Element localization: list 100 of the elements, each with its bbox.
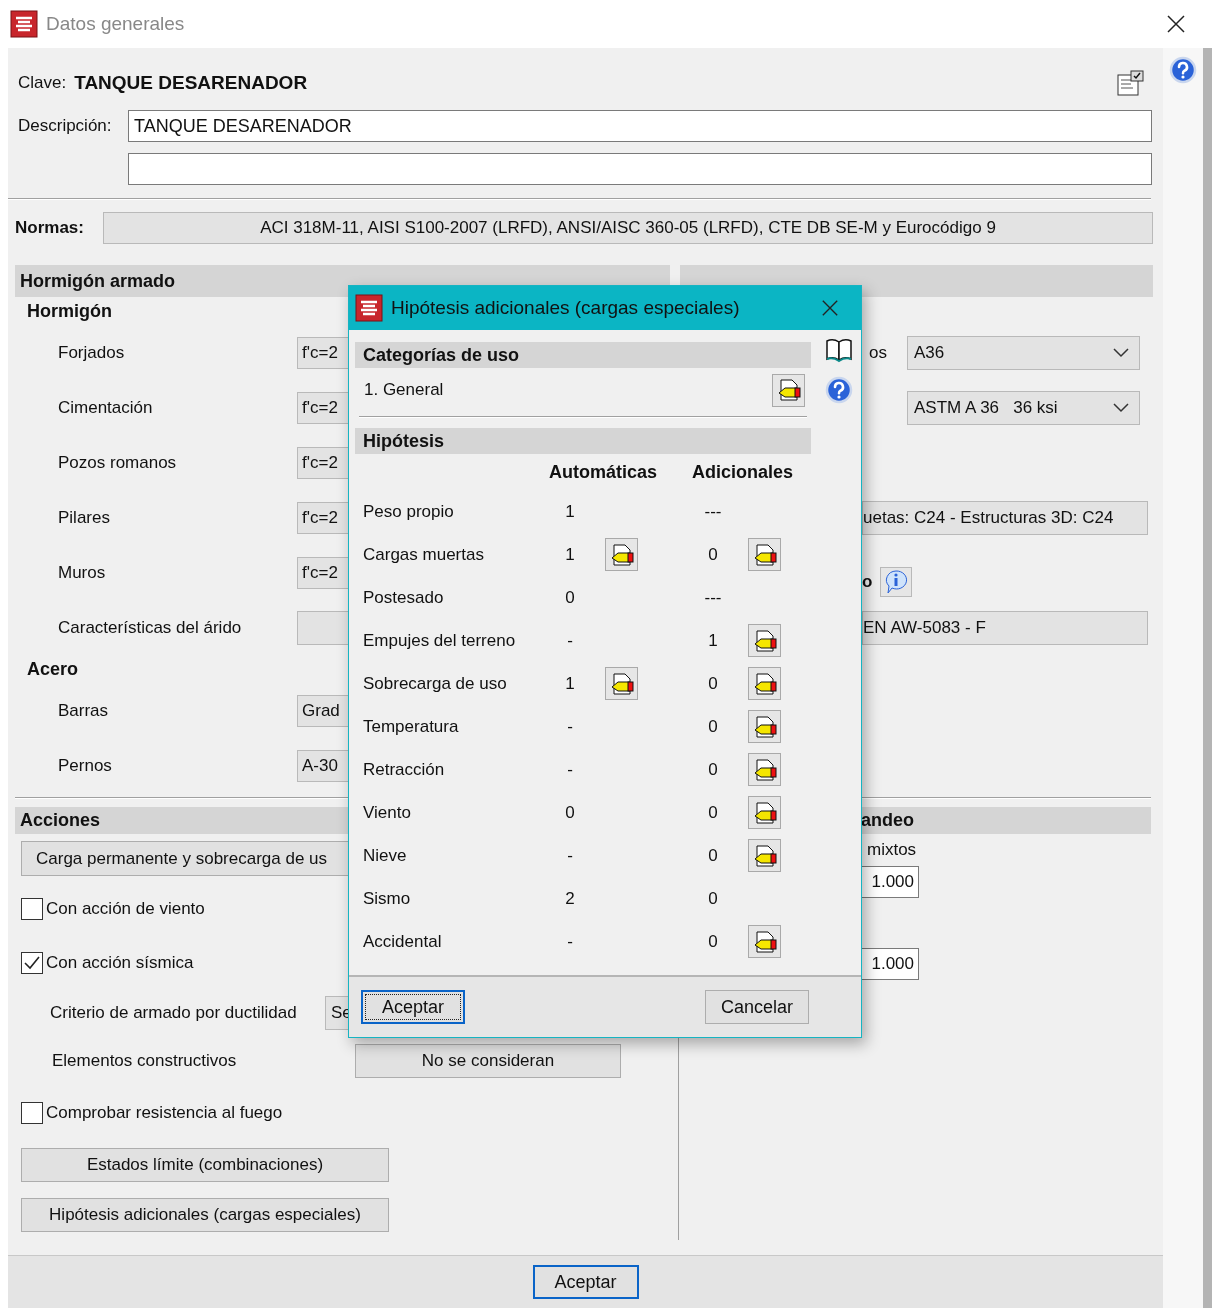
checkbox-label: Comprobar resistencia al fuego	[46, 1103, 283, 1123]
hypothesis-name: Cargas muertas	[363, 544, 484, 565]
material-field[interactable]: f'c=2	[297, 446, 351, 479]
elements-button[interactable]: No se consideran	[355, 1044, 621, 1078]
profile-field[interactable]: uetas: C24 - Estructuras 3D: C24	[862, 500, 1148, 535]
number-field[interactable]: 1.000	[861, 866, 919, 898]
auto-count: -	[567, 630, 573, 651]
auto-count: 1	[565, 673, 575, 694]
material-label: Pozos romanos	[57, 452, 178, 473]
help-icon	[825, 376, 853, 404]
edit-button[interactable]	[748, 796, 781, 829]
description-field[interactable]	[128, 153, 1152, 185]
hypothesis-name: Temperatura	[363, 716, 459, 737]
app-icon	[355, 294, 383, 322]
material-label: Pilares	[57, 507, 111, 528]
close-icon	[821, 299, 839, 317]
checkbox[interactable]	[21, 952, 43, 974]
additional-count: ---	[704, 501, 722, 522]
info-icon	[880, 566, 912, 597]
material-field[interactable]: f'c=2	[297, 391, 351, 424]
material-label: Barras	[57, 700, 110, 721]
auto-count: -	[567, 759, 573, 780]
group-header: Hormigón	[27, 299, 112, 323]
check-icon	[23, 955, 41, 971]
field-label: os	[869, 342, 887, 362]
book-icon	[824, 336, 854, 364]
section-label: o	[861, 571, 874, 592]
field-label: Elementos constructivos	[51, 1051, 238, 1071]
description-field[interactable]: TANQUE DESARENADOR	[128, 110, 1152, 142]
dialog-title: Hipótesis adicionales (cargas especiales)	[391, 297, 740, 319]
normas-field[interactable]: ACI 318M-11, AISI S100-2007 (LRFD), ANSI/AISC 360-05 (LRFD), CTE DB SE-M y Eurocódigo 9	[103, 212, 1153, 244]
field-label: Criterio de armado por ductilidad	[49, 1003, 298, 1023]
hypothesis-name: Retracción	[363, 759, 445, 780]
checkbox-label: Con acción de viento	[46, 899, 205, 919]
close-icon	[1166, 14, 1186, 34]
checkbox[interactable]	[21, 898, 43, 920]
hypothesis-name: Empujes del terreno	[363, 630, 516, 651]
action-button[interactable]: Hipótesis adicionales (cargas especiales)	[21, 1198, 389, 1232]
action-button[interactable]: Estados límite (combinaciones)	[21, 1148, 389, 1182]
group-header: Acero	[27, 657, 79, 681]
description-label: Descripción:	[18, 116, 113, 136]
clave-value: TANQUE DESARENADOR	[74, 72, 308, 94]
section-header: Hipótesis	[355, 428, 811, 454]
edit-button[interactable]	[748, 538, 781, 571]
edit-button[interactable]	[605, 667, 638, 700]
material-label: Características del árido	[57, 617, 243, 638]
material-field[interactable]	[297, 610, 351, 645]
additional-count: 0	[708, 544, 718, 565]
material-field[interactable]: f'c=2	[297, 556, 351, 589]
additional-count: ---	[704, 587, 722, 608]
dialog-button[interactable]: Aceptar	[361, 990, 465, 1024]
window-title: Datos generales	[46, 13, 185, 35]
edit-button[interactable]	[772, 373, 805, 407]
edit-button[interactable]	[605, 538, 638, 571]
edit-button[interactable]	[748, 710, 781, 743]
material-label: Forjados	[57, 342, 126, 363]
chevron-down-icon	[1113, 402, 1129, 413]
properties-icon	[1115, 69, 1145, 97]
checkbox[interactable]	[21, 1102, 43, 1124]
edit-button[interactable]	[748, 925, 781, 958]
hypothesis-name: Sobrecarga de uso	[363, 673, 507, 694]
auto-count: -	[567, 716, 573, 737]
app-icon	[10, 10, 38, 38]
hypothesis-name: Nieve	[363, 845, 407, 866]
material-select[interactable]: ASTM A 36 36 ksi	[907, 390, 1140, 425]
material-label: Muros	[57, 562, 107, 583]
properties-button[interactable]	[1115, 69, 1145, 97]
additional-count: 0	[708, 759, 718, 780]
auto-count: -	[567, 931, 573, 952]
normas-label: Normas:	[15, 218, 85, 238]
material-label: Cimentación	[57, 397, 154, 418]
additional-count: 1	[708, 630, 718, 651]
edit-button[interactable]	[748, 753, 781, 786]
clave-label: Clave:	[18, 73, 67, 93]
additional-count: 0	[708, 716, 718, 737]
material-field[interactable]: Grad	[297, 694, 351, 727]
note-text: mixtos	[867, 839, 917, 861]
auto-count: -	[567, 845, 573, 866]
profile-field[interactable]: EN AW-5083 - F	[862, 610, 1148, 645]
category-item: 1. General	[364, 380, 444, 400]
material-field[interactable]: f'c=2	[297, 501, 351, 534]
checkbox-label: Con acción sísmica	[46, 953, 194, 973]
edit-button[interactable]	[748, 624, 781, 657]
edit-button[interactable]	[748, 839, 781, 872]
hypothesis-name: Postesado	[363, 587, 444, 608]
dialog-button[interactable]: Cancelar	[705, 990, 809, 1024]
auto-count: 0	[565, 587, 575, 608]
edit-button[interactable]	[748, 667, 781, 700]
column-header: Automáticas	[549, 461, 658, 483]
auto-count: 2	[565, 888, 575, 909]
material-field[interactable]: A-30	[297, 749, 351, 782]
number-field[interactable]: 1.000	[861, 948, 919, 980]
material-select[interactable]: A36	[907, 335, 1140, 370]
column-header: Adicionales	[692, 461, 794, 483]
additional-count: 0	[708, 888, 718, 909]
material-label: Pernos	[57, 755, 113, 776]
accept-button[interactable]: Aceptar	[532, 1265, 639, 1299]
additional-count: 0	[708, 673, 718, 694]
hypothesis-name: Peso propio	[363, 501, 454, 522]
material-field[interactable]: f'c=2	[297, 336, 351, 369]
